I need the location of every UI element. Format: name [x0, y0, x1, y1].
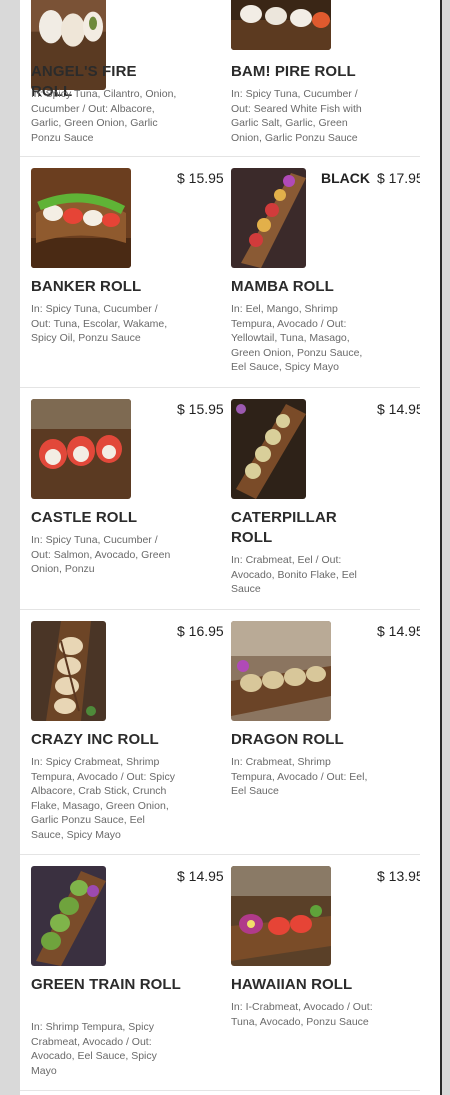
item-price: $ 14.95: [377, 401, 420, 417]
sushi-photo: [31, 399, 131, 499]
item-description: In: Crabmeat, Eel / Out: Avocado, Bonito…: [231, 554, 357, 596]
item-price: $ 17.95: [377, 170, 420, 186]
menu-item-hawaiian-roll[interactable]: $ 13.95 HAWAIIAN ROLL In: I-Crabmeat, Av…: [220, 855, 420, 1090]
window-edge: [440, 0, 442, 1095]
item-name: GREEN TRAIN ROLL: [31, 976, 181, 993]
menu-row: $ 16.95 CRAZY INC ROLL In: Spicy Crabmea…: [20, 610, 420, 855]
item-name: BAM! PIRE ROLL: [231, 63, 356, 80]
sushi-photo: [231, 866, 331, 966]
menu-item-banker-roll[interactable]: $ 15.95 BANKER ROLL In: Spicy Tuna, Cucu…: [20, 157, 224, 387]
menu-row: $ 14.95 GREEN TRAIN ROLL In: Shrimp Temp…: [20, 855, 420, 1091]
sushi-photo: [31, 866, 106, 966]
sushi-photo: [31, 621, 106, 721]
sushi-photo: [231, 621, 331, 721]
menu-row: $ 15.95 BANKER ROLL In: Spicy Tuna, Cucu…: [20, 157, 420, 388]
item-price: $ 15.95: [177, 401, 224, 417]
item-description: In: Spicy Tuna, Cucumber / Out: Tuna, Es…: [31, 303, 168, 345]
item-price: $ 14.95: [177, 868, 224, 884]
sushi-photo: [231, 168, 306, 268]
item-name: HAWAIIAN ROLL: [231, 976, 353, 993]
item-description: In: I-Crabmeat, Avocado / Out: Tuna, Avo…: [231, 1001, 373, 1028]
item-name: CRAZY INC ROLL: [31, 731, 159, 748]
item-name: CASTLE ROLL: [31, 509, 138, 526]
menu-item-dragon-roll[interactable]: $ 14.95 DRAGON ROLL In: Crabmeat, Shrimp…: [220, 610, 420, 854]
sushi-photo: [231, 399, 306, 499]
menu-item-angels-fire-roll[interactable]: ANGEL'S FIRE ROLL In: Spicy Tuna, Cilant…: [20, 0, 220, 156]
item-description: In: Shrimp Tempura, Spicy Crabmeat, Avoc…: [31, 1021, 157, 1077]
item-name: MAMBA ROLL: [231, 278, 334, 295]
item-description: In: Spicy Tuna, Cucumber / Out: Salmon, …: [31, 534, 171, 576]
page-gutter: [420, 0, 440, 1095]
item-price: $ 13.95: [377, 868, 420, 884]
item-price: $ 16.95: [177, 623, 224, 639]
sushi-photo: [231, 0, 331, 50]
item-name: DRAGON ROLL: [231, 731, 344, 748]
item-description: In: Spicy Tuna, Cilantro, Onion, Cucumbe…: [31, 88, 177, 144]
menu-page: ANGEL'S FIRE ROLL In: Spicy Tuna, Cilant…: [20, 0, 420, 1095]
item-price: $ 15.95: [177, 170, 224, 186]
item-price: $ 14.95: [377, 623, 420, 639]
item-description: In: Crabmeat, Shrimp Tempura, Avocado / …: [231, 756, 368, 798]
menu-item-bam-pire-roll[interactable]: BAM! PIRE ROLL In: Spicy Tuna, Cucumber …: [220, 0, 420, 156]
menu-item-mamba-roll[interactable]: BLACK $ 17.95 MAMBA ROLL In: Eel, Mango,…: [220, 157, 420, 387]
item-description: In: Eel, Mango, Shrimp Tempura, Avocado …: [231, 303, 363, 374]
menu-item-crazy-inc-roll[interactable]: $ 16.95 CRAZY INC ROLL In: Spicy Crabmea…: [20, 610, 224, 854]
item-name: CATERPILLAR ROLL: [231, 509, 337, 546]
item-name: BANKER ROLL: [31, 278, 142, 295]
item-description: In: Spicy Tuna, Cucumber / Out: Seared W…: [231, 88, 362, 144]
menu-row: $ 15.95 CASTLE ROLL In: Spicy Tuna, Cucu…: [20, 388, 420, 610]
menu-row: ANGEL'S FIRE ROLL In: Spicy Tuna, Cilant…: [20, 0, 420, 157]
menu-item-green-train-roll[interactable]: $ 14.95 GREEN TRAIN ROLL In: Shrimp Temp…: [20, 855, 224, 1090]
menu-item-castle-roll[interactable]: $ 15.95 CASTLE ROLL In: Spicy Tuna, Cucu…: [20, 388, 224, 609]
item-description: In: Spicy Crabmeat, Shrimp Tempura, Avoc…: [31, 756, 175, 841]
item-badge: BLACK: [321, 170, 370, 186]
sushi-photo: [31, 168, 131, 268]
menu-item-caterpillar-roll[interactable]: $ 14.95 CATERPILLAR ROLL In: Crabmeat, E…: [220, 388, 420, 609]
